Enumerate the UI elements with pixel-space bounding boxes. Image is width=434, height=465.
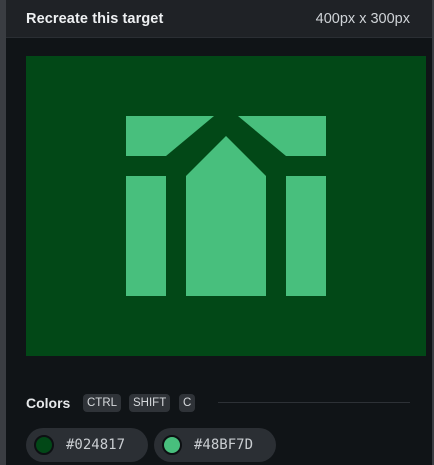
color-dot-light-green	[162, 435, 182, 455]
right-pillar	[286, 176, 326, 296]
panel-title: Recreate this target	[26, 11, 164, 27]
target-image	[26, 56, 426, 356]
colors-row: Colors CTRL SHIFT C	[26, 391, 426, 415]
color-hex-light-green: #48BF7D	[194, 437, 254, 453]
panel-header: Recreate this target 400px x 300px	[6, 0, 432, 38]
divider-line	[218, 402, 410, 403]
color-swatch-light-green[interactable]: #48BF7D	[154, 428, 276, 462]
color-swatch-dark-green[interactable]: #024817	[26, 428, 148, 462]
target-drawing	[26, 56, 426, 356]
shortcut-key-c: C	[179, 394, 196, 412]
colors-label: Colors	[26, 395, 71, 411]
shortcut-key-ctrl: CTRL	[83, 394, 122, 412]
left-pillar	[126, 176, 166, 296]
target-panel: Recreate this target 400px x 300px Color…	[6, 0, 432, 465]
target-dimensions: 400px x 300px	[315, 11, 410, 27]
color-hex-dark-green: #024817	[66, 437, 126, 453]
color-dot-dark-green	[34, 435, 54, 455]
shortcut-key-shift: SHIFT	[129, 394, 171, 412]
